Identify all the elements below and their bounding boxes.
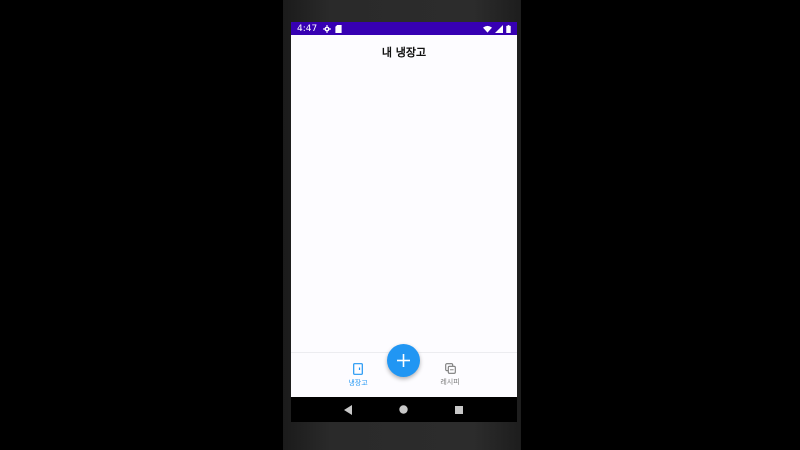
- status-bar: 4:47: [291, 22, 517, 35]
- recents-icon: [455, 405, 464, 414]
- nav-label-fridge: 냉장고: [348, 379, 368, 387]
- add-fab-button[interactable]: [387, 344, 420, 377]
- status-time: 4:47: [297, 23, 318, 34]
- nav-item-recipe[interactable]: 레시피: [425, 363, 475, 387]
- battery-icon: [506, 24, 511, 33]
- page-title: 내 냉장고: [381, 46, 427, 59]
- wifi-icon: [483, 25, 492, 33]
- emulator-stage: 4:47 내 냉장고 냉장고 레시피: [0, 0, 800, 450]
- sd-card-icon: [335, 24, 342, 33]
- plus-icon: [397, 354, 410, 367]
- phone-screen: 4:47 내 냉장고 냉장고 레시피: [291, 22, 517, 422]
- system-navigation-bar: [291, 397, 517, 422]
- system-back-button[interactable]: [341, 402, 357, 418]
- fridge-icon: [353, 363, 363, 375]
- system-home-button[interactable]: [396, 402, 412, 418]
- nav-item-fridge[interactable]: 냉장고: [333, 363, 383, 388]
- recipe-icon: [444, 363, 456, 374]
- system-recents-button[interactable]: [451, 402, 467, 418]
- nav-label-recipe: 레시피: [440, 378, 460, 386]
- back-icon: [344, 404, 353, 415]
- status-right-icons: [483, 24, 511, 33]
- gear-icon: [323, 24, 332, 33]
- status-left-icons: [323, 24, 342, 33]
- home-icon: [399, 405, 409, 414]
- signal-icon: [495, 24, 503, 33]
